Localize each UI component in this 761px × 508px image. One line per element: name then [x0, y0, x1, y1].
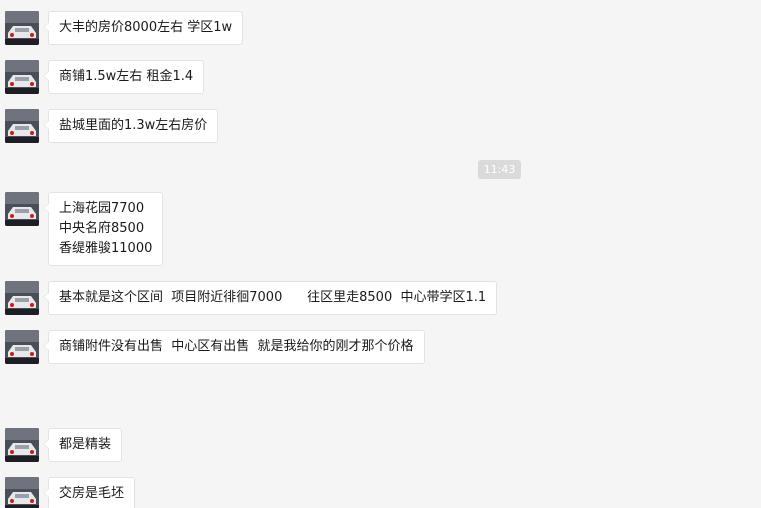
- message-row: 商铺1.5w左右 租金1.4: [5, 60, 205, 94]
- message-bubble[interactable]: 上海花园7700 中央名府8500 香缇雅骏11000: [42, 192, 164, 266]
- avatar-car-icon: [5, 281, 39, 315]
- message-bubble[interactable]: 交房是毛坯: [42, 477, 136, 508]
- avatar[interactable]: [5, 477, 39, 508]
- message-row: 都是精装: [5, 428, 123, 462]
- message-bubble[interactable]: 商铺1.5w左右 租金1.4: [42, 60, 205, 94]
- avatar-car-icon: [5, 11, 39, 45]
- message-bubble[interactable]: 大丰的房价8000左右 学区1w: [42, 11, 244, 45]
- message-row: 商铺附件没有出售 中心区有出售 就是我给你的刚才那个价格: [5, 330, 425, 364]
- avatar-car-icon: [5, 428, 39, 462]
- avatar[interactable]: [5, 281, 39, 315]
- avatar-car-icon: [5, 192, 39, 226]
- message-bubble[interactable]: 基本就是这个区间 项目附近徘徊7000 往区里走8500 中心带学区1.1: [42, 281, 498, 315]
- message-row: 交房是毛坯: [5, 477, 136, 508]
- message-row: 盐城里面的1.3w左右房价: [5, 109, 219, 143]
- avatar-car-icon: [5, 109, 39, 143]
- avatar[interactable]: [5, 60, 39, 94]
- avatar[interactable]: [5, 428, 39, 462]
- message-row: 基本就是这个区间 项目附近徘徊7000 往区里走8500 中心带学区1.1: [5, 281, 498, 315]
- avatar[interactable]: [5, 192, 39, 226]
- message-bubble[interactable]: 商铺附件没有出售 中心区有出售 就是我给你的刚才那个价格: [43, 330, 425, 364]
- avatar[interactable]: [5, 11, 39, 45]
- chat-window: 大丰的房价8000左右 学区1w 商铺1.5w左右 租金1.4 盐城里面的1.3…: [0, 0, 761, 508]
- avatar[interactable]: [5, 109, 39, 143]
- timestamp: 11:43: [478, 160, 521, 179]
- message-bubble[interactable]: 都是精装: [42, 428, 123, 462]
- message-row: 上海花园7700 中央名府8500 香缇雅骏11000: [5, 192, 164, 266]
- message-row: 大丰的房价8000左右 学区1w: [5, 11, 244, 45]
- avatar-car-icon: [5, 60, 39, 94]
- avatar[interactable]: [5, 330, 39, 364]
- avatar-car-icon: [5, 477, 39, 508]
- avatar-car-icon: [5, 330, 39, 364]
- message-bubble[interactable]: 盐城里面的1.3w左右房价: [42, 109, 219, 143]
